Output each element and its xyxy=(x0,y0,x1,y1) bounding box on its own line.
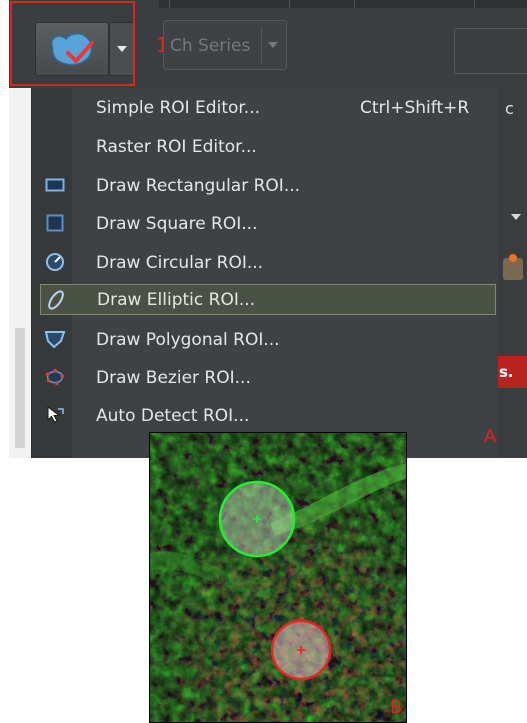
bezier-roi-icon xyxy=(44,366,66,388)
menu-item-shortcut: Ctrl+Shift+R xyxy=(360,97,470,118)
menu-item-label: Draw Elliptic ROI... xyxy=(97,289,256,310)
channel-series-label: Ch Series xyxy=(170,36,251,56)
menu-item-draw-circular-roi[interactable]: Draw Circular ROI... xyxy=(40,247,496,278)
chevron-down-icon[interactable] xyxy=(511,214,521,220)
panel-label-a: A xyxy=(484,426,497,447)
annotation-highlight-box xyxy=(10,1,135,86)
menu-item-draw-elliptic-roi[interactable]: Draw Elliptic ROI... xyxy=(40,284,496,315)
menu-item-draw-rectangular-roi[interactable]: Draw Rectangular ROI... xyxy=(40,170,496,201)
scrollbar[interactable] xyxy=(15,328,25,448)
menu-item-label: Draw Bezier ROI... xyxy=(96,367,251,388)
panel-label-b: B xyxy=(390,697,403,718)
menu-item-label: Raster ROI Editor... xyxy=(96,136,257,157)
circle-roi-icon xyxy=(44,251,66,273)
menu-item-auto-detect-roi[interactable]: Auto Detect ROI... xyxy=(40,400,496,431)
menu-item-label: Draw Rectangular ROI... xyxy=(96,175,301,196)
roi-dropdown-menu: Simple ROI Editor... Ctrl+Shift+R Raster… xyxy=(31,88,498,458)
right-toolbar-field[interactable] xyxy=(454,28,527,74)
menu-item-label: Auto Detect ROI... xyxy=(96,405,250,426)
menu-item-draw-polygonal-roi[interactable]: Draw Polygonal ROI... xyxy=(40,324,496,355)
microscopy-image xyxy=(150,433,406,722)
rectangle-roi-icon xyxy=(44,174,66,196)
auto-detect-cursor-icon xyxy=(44,404,66,426)
ellipse-roi-icon xyxy=(45,289,67,311)
menu-item-draw-square-roi[interactable]: Draw Square ROI... xyxy=(40,208,496,239)
menu-item-label: Draw Polygonal ROI... xyxy=(96,329,280,350)
polygon-roi-icon xyxy=(44,328,66,350)
menu-item-label: Simple ROI Editor... xyxy=(96,97,261,118)
menu-item-simple-roi-editor[interactable]: Simple ROI Editor... Ctrl+Shift+R xyxy=(40,92,496,123)
right-side-panel: c s. xyxy=(497,88,527,458)
left-background-strip xyxy=(9,88,31,458)
software-screenshot-panel: 1 Ch Series c s. Simple ROI Editor... Ct… xyxy=(9,0,527,458)
channel-series-dropdown[interactable]: Ch Series xyxy=(163,20,287,70)
top-strip xyxy=(159,0,527,8)
microscopy-image-panel xyxy=(149,432,407,723)
menu-item-label: Draw Square ROI... xyxy=(96,213,258,234)
square-roi-icon xyxy=(44,212,66,234)
side-s-label: s. xyxy=(497,356,527,388)
menu-item-label: Draw Circular ROI... xyxy=(96,252,264,273)
side-c-label: c xyxy=(505,99,514,118)
chevron-down-icon xyxy=(268,42,278,48)
menu-item-draw-bezier-roi[interactable]: Draw Bezier ROI... xyxy=(40,362,496,393)
side-image-icon xyxy=(503,254,523,280)
menu-item-raster-roi-editor[interactable]: Raster ROI Editor... xyxy=(40,131,496,162)
toolbar: 1 Ch Series xyxy=(9,0,527,89)
